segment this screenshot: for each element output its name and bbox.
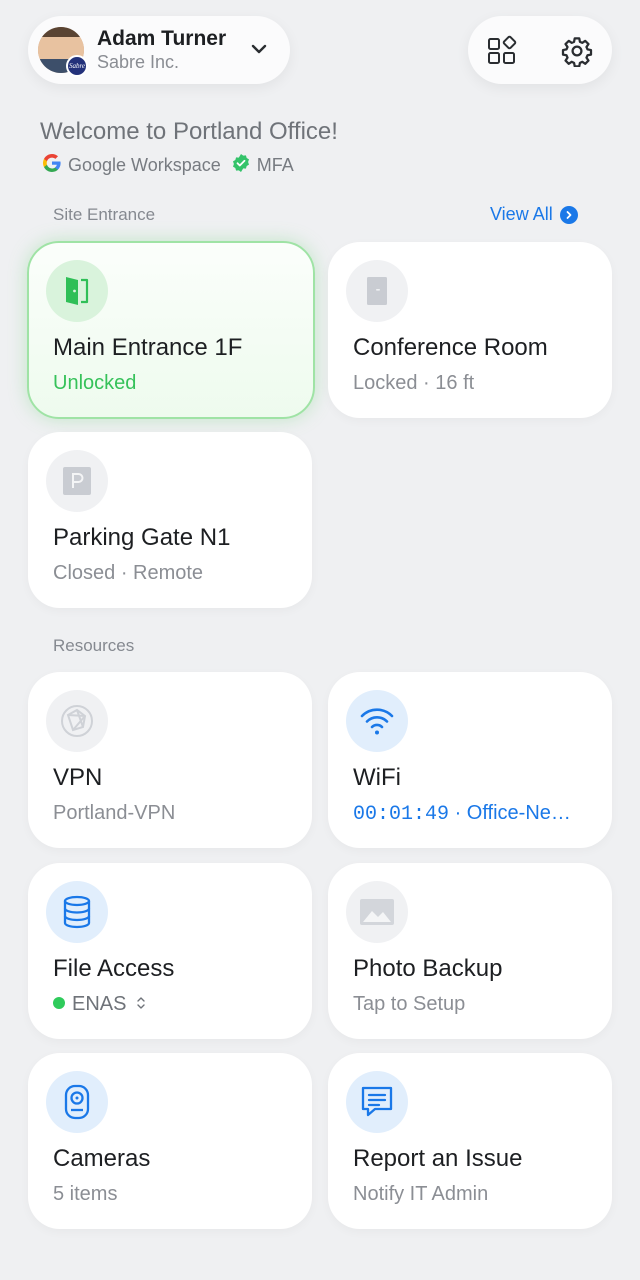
door-card-parking-gate[interactable]: Parking Gate N1 Closed · Remote bbox=[28, 432, 312, 608]
door-name: Conference Room bbox=[353, 334, 548, 361]
wifi-icon bbox=[346, 690, 408, 752]
gear-icon[interactable] bbox=[561, 35, 593, 68]
resource-subtitle: Portland-VPN bbox=[53, 802, 176, 824]
chat-message-icon bbox=[346, 1071, 408, 1133]
section-title-site-entrance: Site Entrance bbox=[53, 205, 156, 224]
user-switcher[interactable]: Sabre Adam Turner Sabre Inc. bbox=[28, 16, 290, 84]
chevron-right-icon bbox=[559, 205, 578, 224]
resource-card-photo-backup[interactable]: Photo Backup Tap to Setup bbox=[328, 863, 612, 1039]
resource-card-cameras[interactable]: Cameras 5 items bbox=[28, 1053, 312, 1229]
view-all-label: View All bbox=[490, 204, 553, 224]
door-name: Parking Gate N1 bbox=[53, 524, 231, 551]
view-all-link[interactable]: View All bbox=[490, 204, 578, 225]
door-card-main-entrance[interactable]: Main Entrance 1F Unlocked bbox=[27, 241, 315, 419]
wifi-timer: 00:01:49 bbox=[353, 803, 450, 826]
section-title-resources: Resources bbox=[53, 636, 135, 655]
resource-name: File Access bbox=[53, 955, 175, 982]
image-icon bbox=[346, 881, 408, 943]
parking-icon bbox=[46, 450, 108, 512]
door-status: Locked · 16 ft bbox=[353, 372, 475, 394]
apps-grid-icon[interactable] bbox=[486, 35, 518, 67]
verified-badge-icon bbox=[231, 153, 251, 178]
resource-card-file-access[interactable]: File Access ENAS bbox=[28, 863, 312, 1039]
resource-name: Cameras bbox=[53, 1145, 151, 1172]
resource-name: VPN bbox=[53, 764, 103, 791]
resource-subtitle: 5 items bbox=[53, 1183, 118, 1205]
organization-logo: Sabre bbox=[66, 55, 88, 77]
door-name: Main Entrance 1F bbox=[53, 334, 243, 361]
organization-name: Sabre Inc. bbox=[97, 52, 180, 72]
avatar: Sabre bbox=[38, 27, 88, 77]
chevron-up-down-icon bbox=[136, 993, 146, 1015]
door-status: Unlocked bbox=[53, 372, 137, 394]
storage-selector[interactable]: ENAS bbox=[53, 993, 146, 1016]
user-name: Adam Turner bbox=[97, 27, 227, 50]
database-icon bbox=[46, 881, 108, 943]
chevron-down-icon[interactable] bbox=[250, 40, 268, 63]
resource-card-wifi[interactable]: WiFi 00:01:49 · Office-Ne… bbox=[328, 672, 612, 848]
resource-name: Photo Backup bbox=[353, 955, 503, 982]
resource-subtitle: Tap to Setup bbox=[353, 993, 466, 1015]
globe-network-icon bbox=[46, 690, 108, 752]
page-title: Welcome to Portland Office! bbox=[40, 118, 338, 145]
resource-card-report-issue[interactable]: Report an Issue Notify IT Admin bbox=[328, 1053, 612, 1229]
door-status: Closed · Remote bbox=[53, 562, 204, 584]
resource-card-vpn[interactable]: VPN Portland-VPN bbox=[28, 672, 312, 848]
identity-provider: Google Workspace bbox=[68, 155, 221, 175]
resource-name: WiFi bbox=[353, 764, 401, 791]
header-tools bbox=[468, 16, 612, 84]
identity-info: Google Workspace MFA bbox=[42, 153, 294, 178]
resource-name: Report an Issue bbox=[353, 1145, 523, 1172]
wifi-session-status: 00:01:49 · Office-Ne… bbox=[353, 802, 571, 826]
door-card-conference-room[interactable]: Conference Room Locked · 16 ft bbox=[328, 242, 612, 418]
resource-subtitle: Notify IT Admin bbox=[353, 1183, 489, 1205]
storage-name: ENAS bbox=[72, 993, 127, 1015]
door-open-icon bbox=[46, 260, 108, 322]
google-icon bbox=[42, 153, 62, 178]
camera-icon bbox=[46, 1071, 108, 1133]
wifi-network: · Office-Ne… bbox=[449, 802, 571, 824]
door-closed-icon bbox=[346, 260, 408, 322]
mfa-label: MFA bbox=[256, 155, 294, 175]
online-status-dot bbox=[53, 997, 65, 1009]
